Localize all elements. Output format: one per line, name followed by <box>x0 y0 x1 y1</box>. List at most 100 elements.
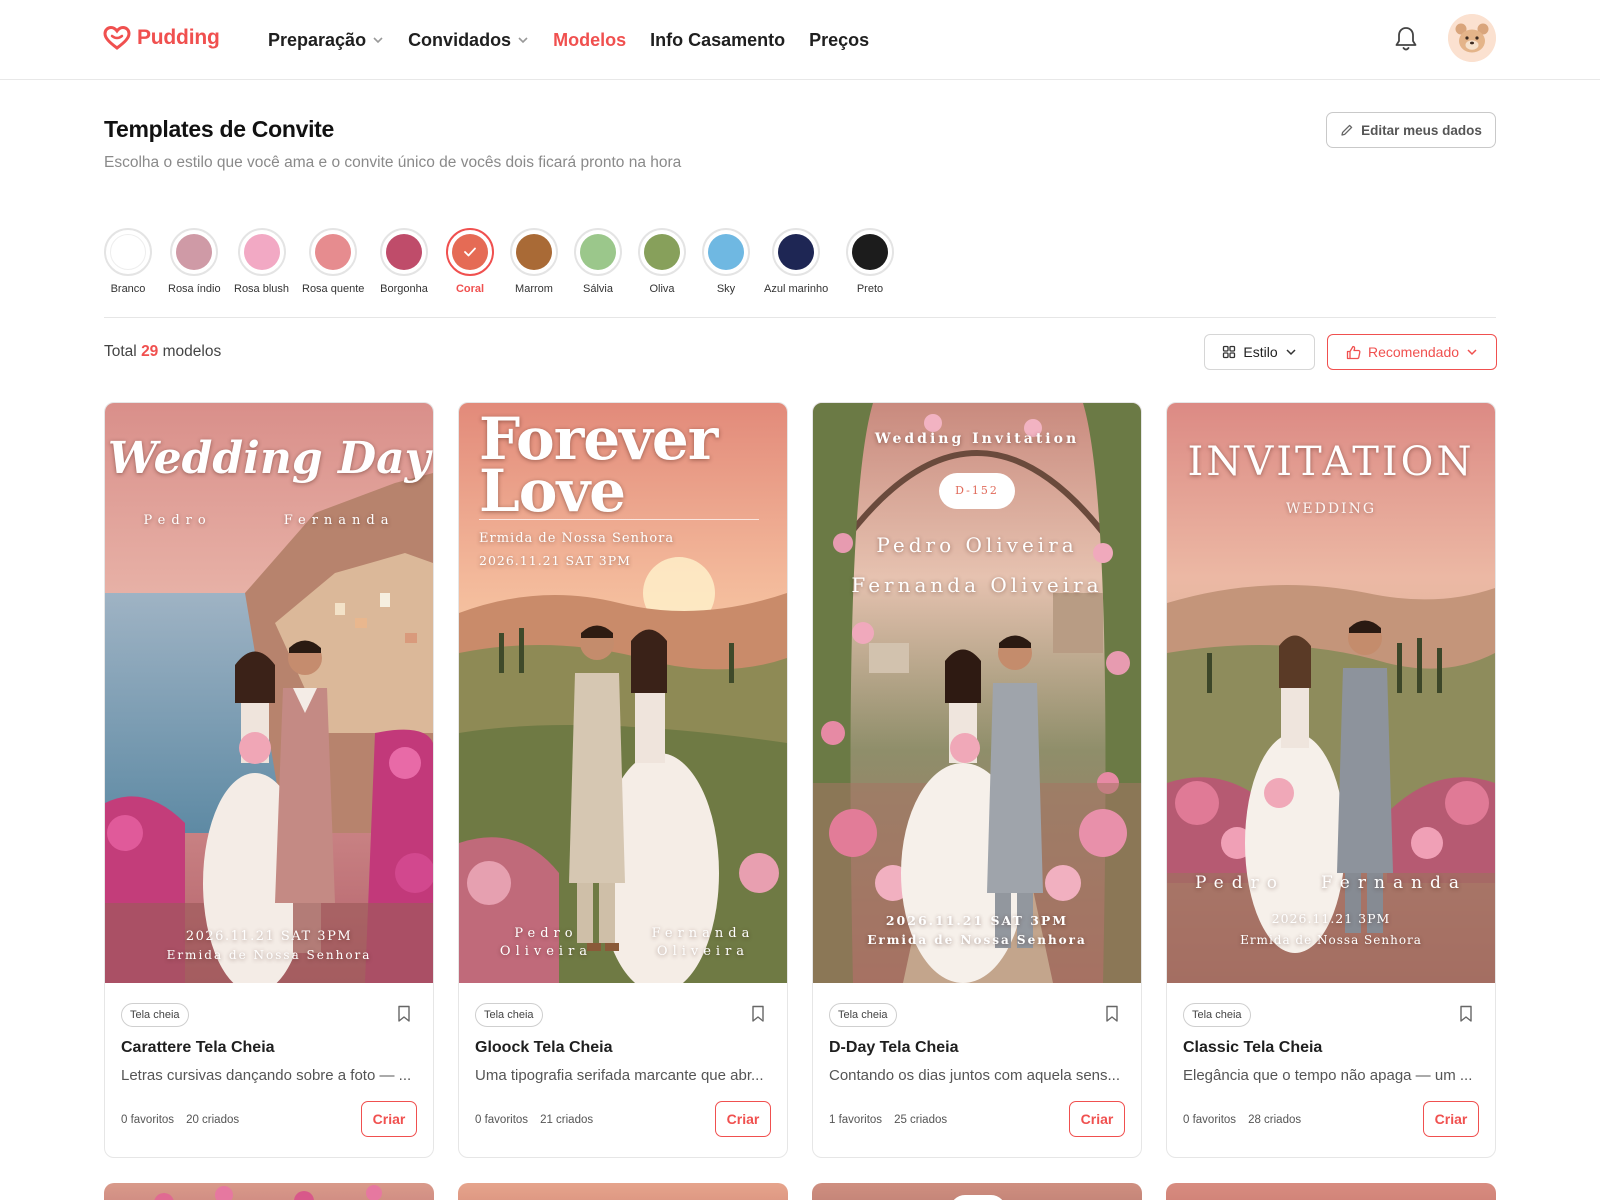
bookmark-icon[interactable] <box>1459 1005 1473 1023</box>
swatch-label: Rosa quente <box>302 283 365 295</box>
overlay-name1: Pedro Oliveira <box>876 533 1078 557</box>
overlay-rule <box>479 519 759 520</box>
template-card-next-row[interactable] <box>458 1183 788 1200</box>
nav-label: Preços <box>809 29 870 50</box>
overlay-venue: Ermida de Nossa Senhora <box>1240 933 1422 947</box>
color-swatch-rosa-quente[interactable]: Rosa quente <box>302 228 364 295</box>
card-body: Tela cheia Classic Tela Cheia Elegância … <box>1167 983 1495 1157</box>
color-swatch-rosa-blush[interactable]: Rosa blush <box>234 228 289 295</box>
notifications-button[interactable] <box>1391 24 1421 54</box>
user-avatar[interactable] <box>1448 14 1496 62</box>
card-stats: 0 favoritos 28 criados <box>1183 1114 1301 1126</box>
swatch-ring <box>638 228 686 276</box>
template-card-carattere[interactable]: Wedding Day Pedro Fernanda 2026.11.21 SA… <box>104 402 434 1158</box>
nav-item-precos[interactable]: Preços <box>809 30 869 51</box>
swatch-ring-selected <box>446 228 494 276</box>
page-subtitle: Escolha o estilo que você ama e o convit… <box>104 154 682 171</box>
swatch-dot <box>580 234 616 270</box>
overlay-datetime: 2026.11.21 SAT 3PM <box>885 913 1069 928</box>
bookmark-icon[interactable] <box>397 1005 411 1023</box>
swatch-label: Sálvia <box>583 283 613 295</box>
overlay-name-left: Pedro <box>1194 873 1285 893</box>
bookmark-icon[interactable] <box>1105 1005 1119 1023</box>
swatch-dot <box>516 234 552 270</box>
color-swatch-azul-marinho[interactable]: Azul marinho <box>764 228 828 295</box>
overlay-venue: Ermida de Nossa Senhora <box>867 933 1087 947</box>
bell-icon <box>1395 27 1417 51</box>
create-button[interactable]: Criar <box>715 1101 771 1137</box>
template-card-gloock[interactable]: Forever Love Ermida de Nossa Senhora 202… <box>458 402 788 1158</box>
color-swatch-sky[interactable]: Sky <box>702 228 750 295</box>
template-preview-image[interactable]: Wedding Invitation D-152 Pedro Oliveira … <box>813 403 1141 983</box>
template-card-classic[interactable]: INVITATION WEDDING Pedro Fernanda 2026.1… <box>1166 402 1496 1158</box>
color-swatch-preto[interactable]: Preto <box>846 228 894 295</box>
swatch-dot <box>852 234 888 270</box>
nav-item-convidados[interactable]: Convidados <box>408 30 529 51</box>
create-button[interactable]: Criar <box>1423 1101 1479 1137</box>
template-card-next-row[interactable] <box>1166 1183 1496 1200</box>
card-title: D-Day Tela Cheia <box>829 1039 959 1056</box>
overlay-datetime: 2026.11.21 3PM <box>1271 911 1391 926</box>
swatch-dot <box>176 234 213 270</box>
sort-recommended-button[interactable]: Recomendado <box>1327 334 1497 370</box>
overlay-datetime: 2026.11.21 SAT 3PM <box>185 929 353 944</box>
color-swatch-coral[interactable]: Coral <box>446 228 494 295</box>
template-preview-image[interactable]: INVITATION WEDDING Pedro Fernanda 2026.1… <box>1167 403 1495 983</box>
swatch-ring <box>170 228 219 276</box>
nav-label: Preparação <box>268 29 367 50</box>
card-body: Tela cheia D-Day Tela Cheia Contando os … <box>813 983 1141 1157</box>
nav-label: Convidados <box>408 29 512 50</box>
wedding-photo-vineyard <box>1167 403 1495 983</box>
template-preview-image[interactable]: Wedding Day Pedro Fernanda 2026.11.21 SA… <box>105 403 433 983</box>
edit-my-data-button[interactable]: Editar meus dados <box>1326 112 1496 148</box>
overlay-venue: Ermida de Nossa Senhora <box>166 948 372 962</box>
swatch-label: Sky <box>716 283 736 295</box>
template-card-next-row[interactable] <box>104 1183 434 1200</box>
color-swatch-borgonha[interactable]: Borgonha <box>380 228 428 295</box>
d-day-badge: D-152 <box>939 473 1015 509</box>
swatch-label: Oliva <box>649 283 675 295</box>
chevron-down-icon <box>373 37 383 44</box>
favorites-count: 0 favoritos <box>475 1114 529 1126</box>
nav-item-info-casamento[interactable]: Info Casamento <box>650 30 785 51</box>
overlay-name-left: Pedro <box>143 513 212 528</box>
overlay-bride-last: Oliveira <box>656 944 750 959</box>
bookmark-icon[interactable] <box>751 1005 765 1023</box>
swatch-dot <box>386 234 422 270</box>
overlay-subheading: WEDDING <box>1285 501 1377 517</box>
color-swatch-rosa-indio[interactable]: Rosa índio <box>168 228 221 295</box>
fullscreen-tag: Tela cheia <box>475 1003 543 1027</box>
swatch-ring <box>702 228 750 276</box>
card-description: Uma tipografia serifada marcante que abr… <box>475 1067 764 1084</box>
swatch-label: Marrom <box>515 283 553 295</box>
card-preview-partial <box>953 1195 1003 1200</box>
total-count: Total 29 modelos <box>104 343 221 361</box>
template-preview-image[interactable]: Forever Love Ermida de Nossa Senhora 202… <box>459 403 787 983</box>
template-card-d-day[interactable]: Wedding Invitation D-152 Pedro Oliveira … <box>812 402 1142 1158</box>
create-button[interactable]: Criar <box>1069 1101 1125 1137</box>
nav-item-modelos[interactable]: Modelos <box>553 30 626 51</box>
chevron-down-icon <box>1286 349 1296 356</box>
swatch-ring <box>104 228 152 276</box>
color-swatch-marrom[interactable]: Marrom <box>510 228 558 295</box>
pencil-icon <box>1341 124 1353 136</box>
fullscreen-tag: Tela cheia <box>121 1003 189 1027</box>
color-swatch-oliva[interactable]: Oliva <box>638 228 686 295</box>
grid-icon <box>1223 345 1236 359</box>
swatch-label: Azul marinho <box>764 283 829 295</box>
overlay-groom: Pedro Oliveira <box>459 925 633 961</box>
style-filter-button[interactable]: Estilo <box>1204 334 1315 370</box>
overlay-names: Pedro Fernanda <box>105 513 433 528</box>
check-icon <box>464 247 476 257</box>
create-button[interactable]: Criar <box>361 1101 417 1137</box>
nav-item-preparacao[interactable]: Preparação <box>268 30 384 51</box>
color-swatch-salvia[interactable]: Sálvia <box>574 228 622 295</box>
card-body: Tela cheia Carattere Tela Cheia Letras c… <box>105 983 433 1157</box>
template-card-next-row[interactable] <box>812 1183 1142 1200</box>
card-description: Letras cursivas dançando sobre a foto — … <box>121 1067 412 1084</box>
card-title: Classic Tela Cheia <box>1183 1039 1323 1056</box>
overlay-venue: Ermida de Nossa Senhora <box>479 531 675 546</box>
main-nav: Preparação Convidados Modelos Info Casam… <box>268 0 893 80</box>
color-swatch-branco[interactable]: Branco <box>104 228 152 295</box>
brand-logo[interactable]: Pudding <box>103 26 220 50</box>
